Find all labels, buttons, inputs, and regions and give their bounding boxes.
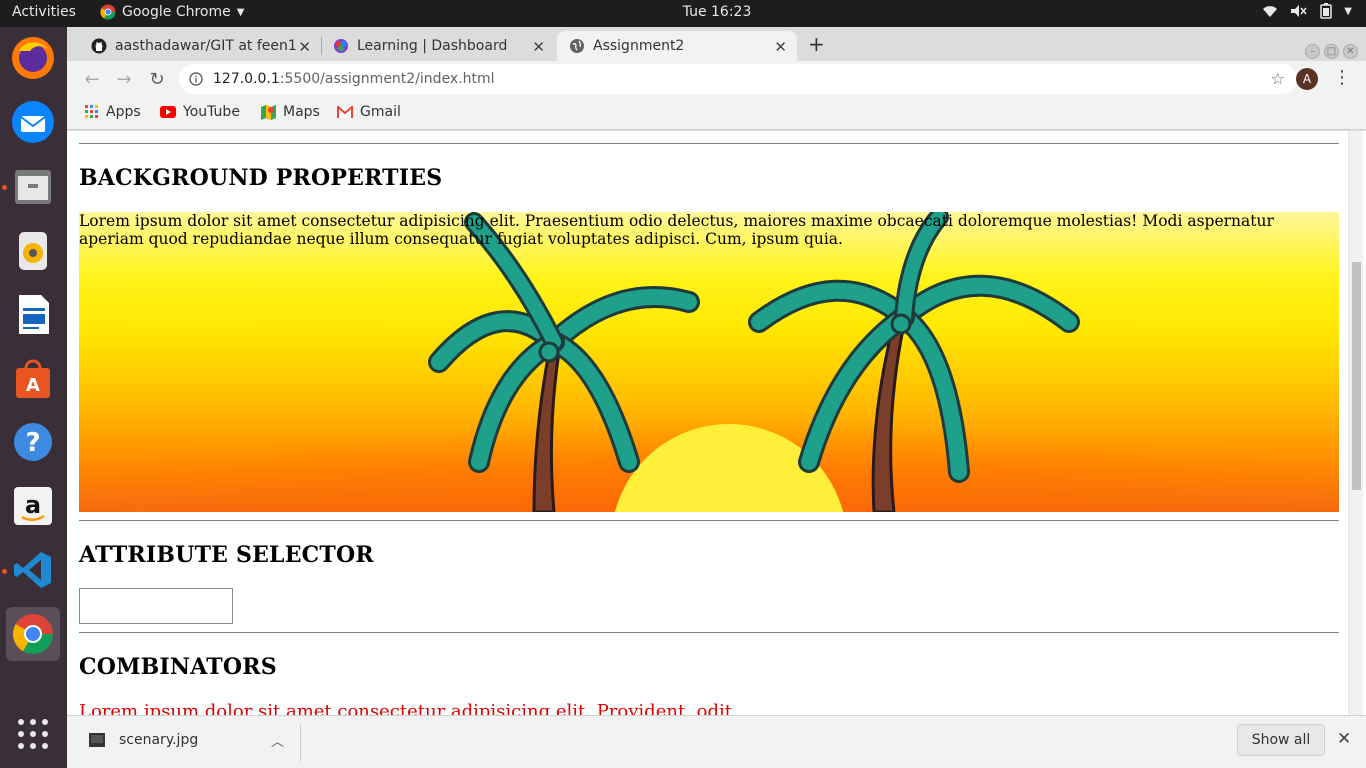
attribute-selector-heading: ATTRIBUTE SELECTOR xyxy=(79,542,374,568)
bookmark-label: YouTube xyxy=(183,104,240,120)
gmail-icon xyxy=(337,106,353,118)
combinators-heading: COMBINATORS xyxy=(79,654,277,680)
chrome-window: aasthadawar/GIT at feen1 ✕ Learning | Da… xyxy=(67,27,1366,768)
tab-learning[interactable]: Learning | Dashboard ✕ xyxy=(323,31,555,61)
bookmark-label: Apps xyxy=(106,104,141,120)
bookmark-maps[interactable]: Maps xyxy=(261,104,320,120)
browser-toolbar: ← → ↻ 127.0.0.1:5500/assignment2/index.h… xyxy=(67,61,1366,97)
downloads-shelf: scenary.jpg ︿ Show all ✕ xyxy=(67,715,1366,768)
info-icon xyxy=(189,72,203,86)
close-tab-icon[interactable]: ✕ xyxy=(298,38,311,56)
bookmark-star-icon[interactable]: ☆ xyxy=(1271,69,1285,88)
maximize-icon[interactable]: □ xyxy=(1324,44,1339,59)
horizontal-rule xyxy=(79,520,1339,521)
background-paragraph: Lorem ipsum dolor sit amet consectetur a… xyxy=(79,212,1274,248)
chrome-icon[interactable] xyxy=(6,607,60,661)
attribute-text-input[interactable] xyxy=(79,588,233,624)
forward-icon[interactable]: → xyxy=(112,67,136,91)
clock[interactable]: Tue 16:23 xyxy=(0,4,1366,20)
page-scrollbar[interactable] xyxy=(1348,131,1363,715)
back-icon[interactable]: ← xyxy=(80,67,104,91)
url-host: 127.0.0.1 xyxy=(213,71,280,87)
bookmark-label: Maps xyxy=(283,104,320,120)
chevron-up-icon[interactable]: ︿ xyxy=(271,731,284,750)
image-file-icon xyxy=(89,733,105,747)
horizontal-rule xyxy=(79,632,1339,633)
bookmark-apps[interactable]: Apps xyxy=(85,104,141,120)
reload-icon[interactable]: ↻ xyxy=(145,67,169,91)
bookmark-youtube[interactable]: YouTube xyxy=(160,104,240,120)
learning-icon xyxy=(334,39,348,53)
chrome-menu-icon[interactable]: ⋮ xyxy=(1333,67,1351,88)
new-tab-button[interactable]: + xyxy=(808,32,825,56)
system-top-bar: Activities Google Chrome ▼ Tue 16:23 ▼ xyxy=(0,0,1366,27)
address-bar[interactable]: 127.0.0.1:5500/assignment2/index.html ☆ xyxy=(179,64,1297,94)
tab-github[interactable]: aasthadawar/GIT at feen1 ✕ xyxy=(81,31,321,61)
rhythmbox-icon[interactable] xyxy=(6,223,60,277)
divider xyxy=(300,724,301,761)
svg-text:?: ? xyxy=(25,428,40,458)
horizontal-rule xyxy=(79,143,1339,144)
thunderbird-icon[interactable] xyxy=(6,95,60,149)
system-menu-chevron-icon: ▼ xyxy=(1344,5,1352,17)
download-item[interactable]: scenary.jpg xyxy=(89,732,198,748)
volume-muted-icon xyxy=(1291,5,1307,17)
help-icon[interactable]: ? xyxy=(6,415,60,469)
close-tab-icon[interactable]: ✕ xyxy=(532,38,545,56)
show-apps-icon[interactable] xyxy=(6,707,60,761)
svg-text:a: a xyxy=(25,491,41,519)
svg-text:A: A xyxy=(26,375,40,396)
dock: A ? a xyxy=(0,27,67,768)
github-icon xyxy=(91,38,107,54)
software-icon[interactable]: A xyxy=(6,351,60,405)
battery-icon xyxy=(1320,3,1333,19)
globe-icon xyxy=(570,39,584,53)
minimize-icon[interactable]: – xyxy=(1305,44,1320,59)
close-window-icon[interactable]: ✕ xyxy=(1343,44,1358,59)
system-tray[interactable]: ▼ xyxy=(1262,3,1352,19)
show-all-button[interactable]: Show all xyxy=(1237,724,1325,756)
tab-strip: aasthadawar/GIT at feen1 ✕ Learning | Da… xyxy=(67,27,1366,61)
writer-icon[interactable] xyxy=(6,287,60,341)
scrollbar-thumb[interactable] xyxy=(1352,262,1361,490)
bookmark-label: Gmail xyxy=(360,104,401,120)
youtube-icon xyxy=(160,106,176,118)
wifi-icon xyxy=(1263,6,1278,17)
page-viewport[interactable]: BACKGROUND PROPERTIES Lorem ipsum dolor … xyxy=(67,131,1366,715)
background-properties-heading: BACKGROUND PROPERTIES xyxy=(79,165,443,191)
apps-grid-icon xyxy=(85,105,98,118)
profile-avatar[interactable]: A xyxy=(1296,68,1318,90)
tab-title: aasthadawar/GIT at feen1 xyxy=(115,38,297,54)
firefox-icon[interactable] xyxy=(6,31,60,85)
tab-assignment2[interactable]: Assignment2 ✕ xyxy=(557,31,797,61)
palm-tree-sunset-image xyxy=(79,212,1339,512)
tab-title: Learning | Dashboard xyxy=(357,38,508,54)
bookmark-gmail[interactable]: Gmail xyxy=(337,104,401,120)
download-filename: scenary.jpg xyxy=(119,732,199,748)
tab-separator xyxy=(321,37,322,55)
vscode-icon[interactable] xyxy=(6,543,60,597)
url-path: :5500/assignment2/index.html xyxy=(279,71,495,87)
close-tab-icon[interactable]: ✕ xyxy=(774,38,787,56)
maps-icon xyxy=(261,104,276,120)
combinators-paragraph: Lorem ipsum dolor sit amet consectetur a… xyxy=(79,701,732,715)
background-image-section: Lorem ipsum dolor sit amet consectetur a… xyxy=(79,212,1339,512)
close-downloads-icon[interactable]: ✕ xyxy=(1337,729,1351,749)
bookmarks-bar: Apps YouTube Maps Gmail xyxy=(67,97,1366,130)
tab-title: Assignment2 xyxy=(593,38,685,54)
files-icon[interactable] xyxy=(6,159,60,213)
amazon-icon[interactable]: a xyxy=(6,479,60,533)
